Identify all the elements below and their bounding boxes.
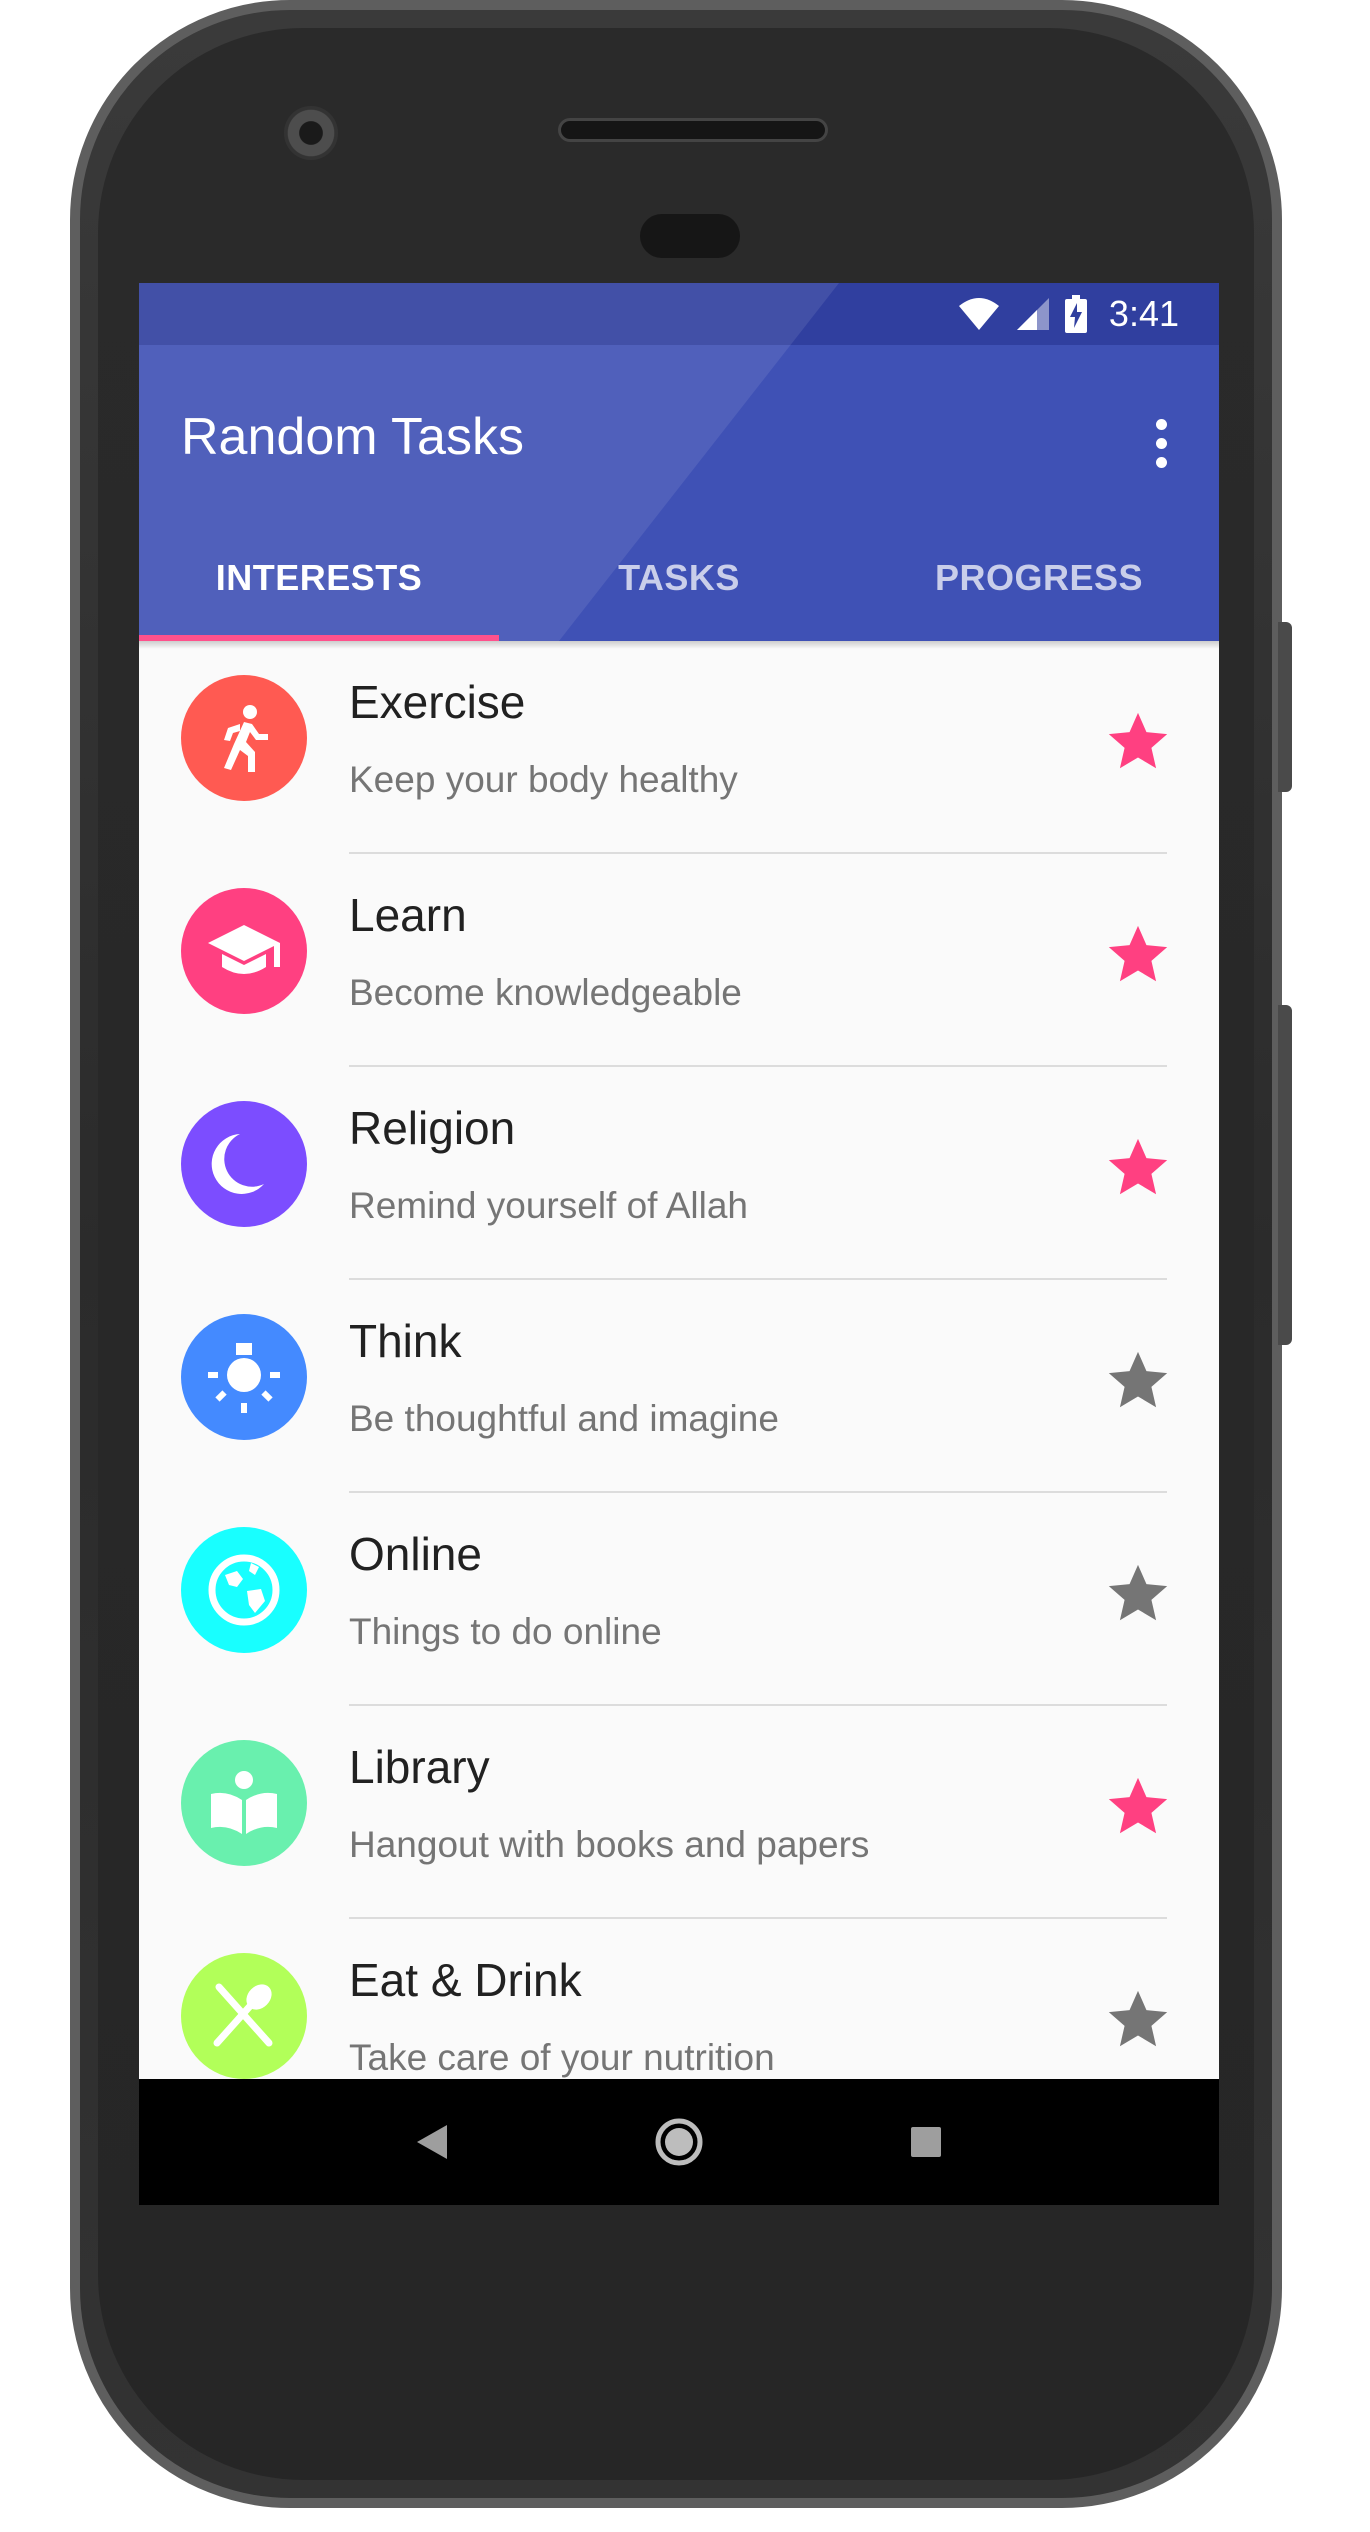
tab-tasks[interactable]: TASKS [499, 515, 859, 641]
fork-spoon-icon [181, 1953, 307, 2079]
item-subtitle: Things to do online [349, 1611, 662, 1652]
screen: 3:41 Random Tasks INTERESTS TASKS PROGRE… [139, 283, 1219, 2205]
battery-charging-icon [1064, 295, 1087, 333]
item-subtitle: Become knowledgeable [349, 972, 742, 1013]
item-title: Exercise [349, 676, 526, 728]
front-camera [284, 106, 338, 160]
home-icon[interactable] [639, 2102, 719, 2182]
proximity-sensor [640, 214, 740, 258]
status-time: 3:41 [1108, 293, 1179, 334]
item-subtitle: Hangout with books and papers [349, 1824, 870, 1865]
crescent-moon-icon [181, 1101, 307, 1227]
star-icon[interactable] [1103, 1985, 1173, 2055]
item-title: Religion [349, 1102, 516, 1154]
globe-icon [181, 1527, 307, 1653]
interests-list: Exercise Keep your body healthy Learn Be… [139, 641, 1219, 2132]
app-title: Random Tasks [181, 408, 524, 466]
item-title: Eat & Drink [349, 1954, 582, 2006]
list-item[interactable]: Exercise Keep your body healthy [139, 641, 1219, 854]
status-icons: 3:41 [957, 293, 1179, 335]
list-item[interactable]: Online Things to do online [139, 1493, 1219, 1706]
star-icon[interactable] [1103, 1133, 1173, 1203]
power-button [1278, 1005, 1292, 1345]
lightbulb-icon [181, 1314, 307, 1440]
run-icon [181, 675, 307, 801]
list-item[interactable]: Library Hangout with books and papers [139, 1706, 1219, 1919]
book-icon [181, 1740, 307, 1866]
item-subtitle: Be thoughtful and imagine [349, 1398, 779, 1439]
cell-signal-icon [1016, 298, 1049, 330]
item-title: Library [349, 1741, 490, 1793]
list-item[interactable]: Think Be thoughtful and imagine [139, 1280, 1219, 1493]
item-title: Think [349, 1315, 462, 1367]
item-title: Online [349, 1528, 482, 1580]
star-icon[interactable] [1103, 707, 1173, 777]
volume-button [1278, 622, 1292, 792]
item-subtitle: Keep your body healthy [349, 759, 738, 800]
recents-icon[interactable] [886, 2102, 966, 2182]
status-bar: 3:41 [139, 283, 1219, 345]
list-item[interactable]: Religion Remind yourself of Allah [139, 1067, 1219, 1280]
tab-bar: INTERESTS TASKS PROGRESS [139, 515, 1219, 641]
tab-interests[interactable]: INTERESTS [139, 515, 499, 641]
star-icon[interactable] [1103, 1346, 1173, 1416]
back-icon[interactable] [392, 2102, 472, 2182]
navigation-bar [139, 2079, 1219, 2205]
graduation-cap-icon [181, 888, 307, 1014]
tab-progress[interactable]: PROGRESS [859, 515, 1219, 641]
more-vert-icon[interactable] [1133, 407, 1189, 479]
wifi-icon [958, 298, 999, 330]
star-icon[interactable] [1103, 1772, 1173, 1842]
item-title: Learn [349, 889, 467, 941]
star-icon[interactable] [1103, 920, 1173, 990]
star-icon[interactable] [1103, 1559, 1173, 1629]
item-subtitle: Remind yourself of Allah [349, 1185, 748, 1226]
list-item[interactable]: Learn Become knowledgeable [139, 854, 1219, 1067]
app-bar: Random Tasks INTERESTS TASKS PROGRESS [139, 345, 1219, 641]
earpiece-speaker [558, 118, 828, 142]
item-subtitle: Take care of your nutrition [349, 2037, 775, 2078]
